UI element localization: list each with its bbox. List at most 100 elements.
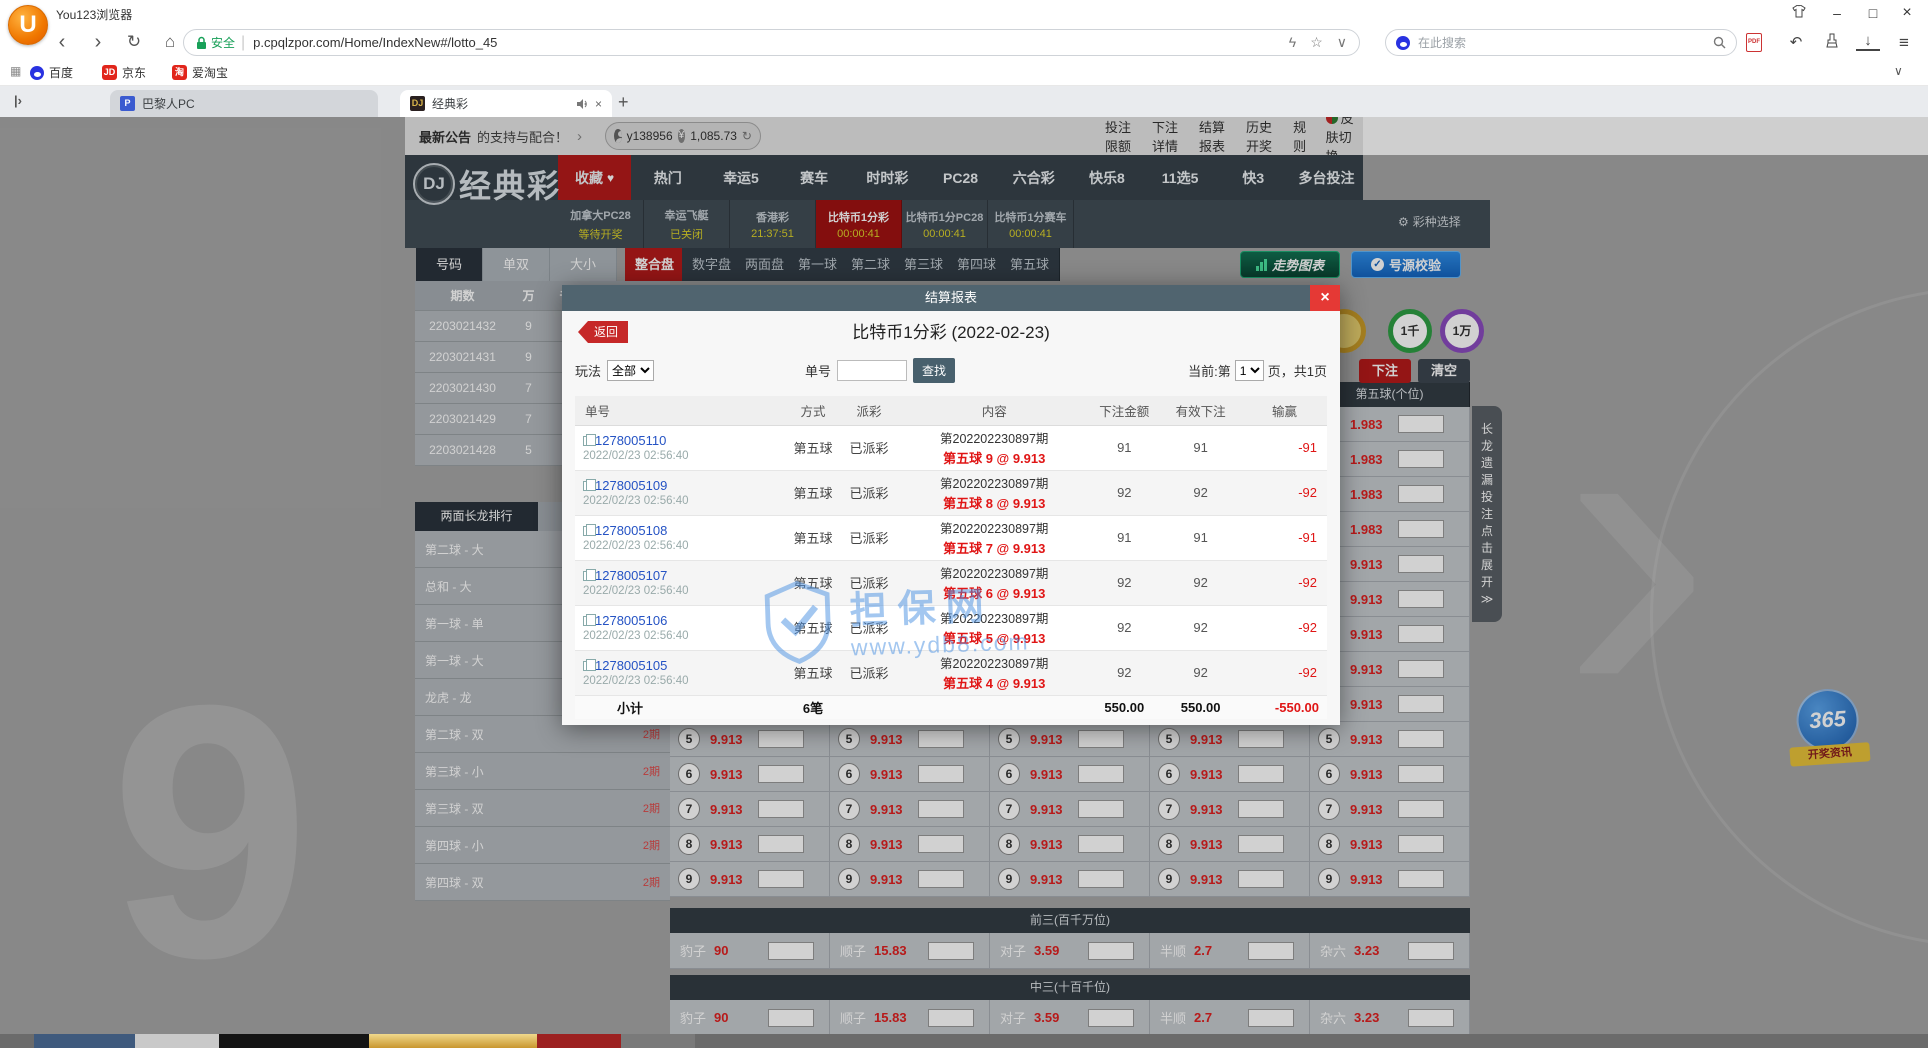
source-verify-button[interactable]: ✓ 号源校验: [1351, 251, 1461, 278]
odds-cell[interactable]: 89.913: [990, 827, 1150, 862]
back-button[interactable]: ‹: [48, 28, 76, 56]
bet-amount-input[interactable]: [758, 870, 804, 888]
combo-cell-杂六[interactable]: 杂六3.23: [1310, 933, 1470, 969]
top-link-投注限额[interactable]: 投注限额: [1105, 117, 1134, 155]
ball-8[interactable]: 8: [1318, 833, 1340, 855]
sub-nav-item[interactable]: 比特币1分彩00:00:41: [816, 200, 902, 248]
odds-cell[interactable]: 69.913: [990, 757, 1150, 792]
bet-amount-input[interactable]: [1398, 415, 1444, 433]
odds-cell[interactable]: 59.913: [670, 722, 830, 757]
lottery-info-float-logo[interactable]: 365 开奖资讯: [1785, 686, 1870, 766]
taskbar-window-fragment[interactable]: [135, 1034, 219, 1048]
odds-cell[interactable]: 99.913: [1150, 862, 1310, 897]
bet-button[interactable]: 下注: [1359, 359, 1411, 383]
bet-amount-input[interactable]: [1398, 730, 1444, 748]
ball-8[interactable]: 8: [998, 833, 1020, 855]
bet-amount-input[interactable]: [918, 800, 964, 818]
odds-cell[interactable]: 79.913: [990, 792, 1150, 827]
ball-6[interactable]: 6: [1318, 763, 1340, 785]
bookmark-jd[interactable]: JD 京东: [102, 64, 146, 81]
odds-cell[interactable]: 69.913: [830, 757, 990, 792]
combo-cell-半顺[interactable]: 半顺2.7: [1150, 1000, 1310, 1034]
copy-icon[interactable]: [583, 616, 591, 626]
ball-9[interactable]: 9: [838, 868, 860, 890]
bet-amount-input[interactable]: [1398, 870, 1444, 888]
ball-9[interactable]: 9: [1318, 868, 1340, 890]
sub-nav-item[interactable]: 香港彩21:37:51: [730, 200, 816, 248]
undo-icon[interactable]: ↶: [1784, 33, 1808, 53]
odds-cell[interactable]: 59.913: [990, 722, 1150, 757]
bet-amount-input[interactable]: [918, 870, 964, 888]
bet-amount-input[interactable]: [1078, 800, 1124, 818]
bet-amount-input[interactable]: [1238, 730, 1284, 748]
bookmark-aitaobao[interactable]: 淘 爱淘宝: [172, 64, 228, 81]
copy-icon[interactable]: [583, 526, 591, 536]
search-icon[interactable]: [1713, 36, 1726, 49]
bet-id-link[interactable]: 1278005105: [595, 658, 667, 673]
copy-icon[interactable]: [583, 571, 591, 581]
streak-panel-tab[interactable]: 两面长龙排行: [415, 502, 538, 531]
sub-nav-item[interactable]: 比特币1分赛车00:00:41: [988, 200, 1074, 248]
ball-5[interactable]: 5: [1158, 728, 1180, 750]
ball-7[interactable]: 7: [838, 798, 860, 820]
bet-amount-input[interactable]: [1238, 800, 1284, 818]
streak-row[interactable]: 第四球 - 双2期: [415, 864, 670, 901]
clear-button[interactable]: 清空: [1418, 359, 1470, 383]
collapse-toolbar-icon[interactable]: ∨: [1894, 64, 1903, 78]
tab-audio-icon[interactable]: [576, 98, 588, 110]
bet-amount-input[interactable]: [1078, 835, 1124, 853]
pdf-tool-icon[interactable]: PDF: [1746, 33, 1762, 52]
bet-amount-input[interactable]: [1408, 1009, 1454, 1027]
panel-tab-号码[interactable]: 号码: [416, 248, 483, 281]
main-nav-item[interactable]: 赛车: [778, 155, 851, 200]
bet-amount-input[interactable]: [1238, 765, 1284, 783]
ball-5[interactable]: 5: [678, 728, 700, 750]
odds-cell[interactable]: 99.913: [670, 862, 830, 897]
combo-cell-豹子[interactable]: 豹子90: [670, 1000, 830, 1034]
forward-button[interactable]: ›: [84, 28, 112, 56]
ball-5[interactable]: 5: [838, 728, 860, 750]
top-link-历史开奖[interactable]: 历史开奖: [1246, 117, 1275, 155]
chip-10k[interactable]: 1万: [1440, 309, 1484, 353]
odds-cell[interactable]: 79.913: [670, 792, 830, 827]
taskbar-window-fragment[interactable]: [219, 1034, 369, 1048]
board-tab-两面盘[interactable]: 两面盘: [735, 248, 795, 281]
odds-cell[interactable]: 59.913: [1150, 722, 1310, 757]
bet-amount-input[interactable]: [918, 835, 964, 853]
ball-7[interactable]: 7: [998, 798, 1020, 820]
bet-amount-input[interactable]: [1088, 1009, 1134, 1027]
combo-cell-顺子[interactable]: 顺子15.83: [830, 1000, 990, 1034]
copy-icon[interactable]: [583, 481, 591, 491]
main-nav-item[interactable]: 收藏♥: [558, 155, 631, 200]
new-tab-button[interactable]: +: [618, 92, 629, 113]
ball-9[interactable]: 9: [678, 868, 700, 890]
ball-6[interactable]: 6: [1158, 763, 1180, 785]
top-link-规则[interactable]: 规则: [1293, 117, 1308, 155]
bet-amount-input[interactable]: [1398, 555, 1444, 573]
bet-amount-input[interactable]: [1088, 942, 1134, 960]
odds-cell[interactable]: 89.913: [1150, 827, 1310, 862]
main-nav-item[interactable]: 热门: [631, 155, 704, 200]
copy-icon[interactable]: [583, 436, 591, 446]
bet-amount-input[interactable]: [1398, 800, 1444, 818]
lottery-select-button[interactable]: ⚙ 彩种选择: [1398, 213, 1461, 230]
odds-cell[interactable]: 89.913: [1310, 827, 1470, 862]
bet-amount-input[interactable]: [1078, 765, 1124, 783]
panel-tab-大小[interactable]: 大小: [550, 248, 617, 281]
combo-cell-对子[interactable]: 对子3.59: [990, 933, 1150, 969]
odds-cell[interactable]: 69.913: [1310, 757, 1470, 792]
ball-6[interactable]: 6: [998, 763, 1020, 785]
taskbar-window-fragment[interactable]: [34, 1034, 135, 1048]
bet-amount-input[interactable]: [758, 765, 804, 783]
page-select[interactable]: 1: [1235, 360, 1264, 381]
maximize-button[interactable]: □: [1860, 3, 1886, 23]
bet-id-link[interactable]: 1278005109: [595, 478, 667, 493]
main-nav-item[interactable]: 时时彩: [851, 155, 924, 200]
streak-row[interactable]: 第三球 - 小2期: [415, 753, 670, 790]
main-nav-item[interactable]: 六合彩: [997, 155, 1070, 200]
bet-amount-input[interactable]: [758, 835, 804, 853]
odds-cell[interactable]: 89.913: [830, 827, 990, 862]
bet-amount-input[interactable]: [768, 1009, 814, 1027]
odds-cell[interactable]: 79.913: [1150, 792, 1310, 827]
bet-amount-input[interactable]: [1398, 625, 1444, 643]
